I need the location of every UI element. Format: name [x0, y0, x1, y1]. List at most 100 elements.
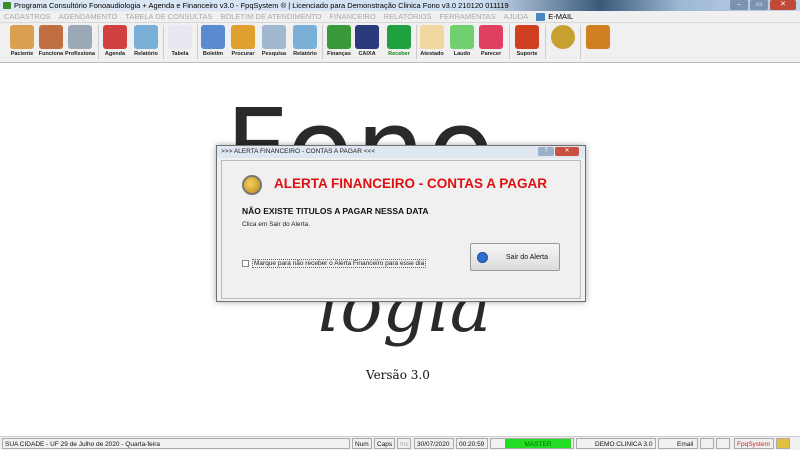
support-icon — [515, 25, 539, 49]
tray-icon — [776, 438, 790, 449]
cash-book-icon — [355, 25, 379, 49]
folder-icon — [231, 25, 255, 49]
alert-message: NÃO EXISTE TITULOS A PAGAR NESSA DATA — [242, 206, 429, 216]
menu-bar: CADASTROS AGENDAMENTO TABELA DE CONSULTAS B… — [0, 11, 800, 23]
status-email[interactable]: Email — [658, 438, 698, 449]
version-label: Versão 3.0 — [366, 368, 430, 382]
maximize-button[interactable]: ▭ — [750, 0, 768, 10]
status-brand: FpqSystem — [734, 438, 774, 449]
toolbar-button-receber[interactable]: Receber — [383, 25, 415, 57]
arrow-right-icon — [477, 251, 488, 263]
phone-icon[interactable] — [700, 438, 714, 449]
report-icon — [450, 25, 474, 49]
toolbar-button-procurar[interactable]: Procurar — [227, 25, 259, 57]
finance-chart-icon — [327, 25, 351, 49]
toolbar-label: Tabela — [171, 51, 189, 57]
toolbar-button-paciente[interactable]: Paciente — [6, 25, 38, 57]
checkbox-label[interactable]: Marque para não receber o Alerta Finance… — [252, 259, 427, 268]
toolbar-label: Procurar — [231, 51, 255, 57]
menu-item-cadastros[interactable]: CADASTROS — [4, 11, 51, 22]
menu-item-agendamento[interactable]: AGENDAMENTO — [59, 11, 118, 22]
printer-icon — [293, 25, 317, 49]
calculator-icon[interactable] — [716, 438, 730, 449]
status-time: 00:20:59 — [456, 438, 488, 449]
opinion-icon — [479, 25, 503, 49]
window-title: Programa Consultório Fonoaudiologia + Ag… — [14, 1, 509, 10]
app-icon — [3, 2, 11, 9]
menu-item-ferramentas[interactable]: FERRAMENTAS — [439, 11, 495, 22]
menu-item-tabela-de-consultas[interactable]: TABELA DE CONSULTAS — [125, 11, 212, 22]
coin-icon — [242, 175, 262, 195]
toolbar-label: Pesquisa — [261, 51, 287, 57]
menu-email-label: E-MAIL — [548, 11, 574, 21]
dialog-close-button[interactable]: ✕ — [555, 147, 579, 156]
help-button[interactable]: ? — [538, 147, 554, 156]
status-user: MASTER — [490, 438, 574, 449]
title-bar: Programa Consultório Fonoaudiologia + Ag… — [0, 0, 800, 11]
calendar-icon — [103, 25, 127, 49]
exit-door-icon — [586, 25, 610, 49]
menu-item-relat-rios[interactable]: RELATÓRIOS — [384, 11, 432, 22]
toolbar-button-relatorio[interactable]: Relatório — [130, 25, 162, 57]
toolbar-button-agenda[interactable]: Agenda — [99, 25, 131, 57]
money-icon — [387, 25, 411, 49]
toolbar-label: Boletim — [202, 51, 224, 57]
toolbar-separator — [580, 25, 581, 59]
toolbar-separator — [545, 25, 546, 59]
toolbar-button-relatorio[interactable]: Relatório — [289, 25, 321, 57]
patients-icon — [10, 25, 34, 49]
toolbar-label: Atestado — [420, 51, 444, 57]
toolbar: Paciente Funciona Profissiona Agenda Relatór… — [0, 23, 800, 63]
toolbar-label: Paciente — [10, 51, 34, 57]
toolbar-label: Profissiona — [65, 51, 95, 57]
status-num: Num — [352, 438, 372, 449]
toolbar-label: Relatório — [293, 51, 317, 57]
search-icon — [262, 25, 286, 49]
toolbar-label: CAIXA — [358, 51, 376, 57]
toolbar-label: Receber — [388, 51, 410, 57]
toolbar-button-tabela[interactable]: Tabela — [164, 25, 196, 57]
email-icon — [536, 12, 546, 21]
menu-item-financeiro[interactable]: FINANCEIRO — [329, 11, 375, 22]
user-label: MASTER — [505, 439, 571, 448]
status-ins: Ins — [397, 438, 411, 449]
toolbar-button-parecer[interactable]: Parecer — [475, 25, 507, 57]
toolbar-label: Relatório — [134, 51, 158, 57]
menu-item-email[interactable]: E-MAIL — [536, 11, 573, 22]
doctor-icon — [68, 25, 92, 49]
employees-icon — [39, 25, 63, 49]
toolbar-button-exit-door[interactable] — [582, 25, 614, 51]
toolbar-button-boletim[interactable]: Boletim — [197, 25, 229, 57]
financial-alert-dialog: >>> ALERTA FINANCEIRO - CONTAS A PAGAR <… — [216, 145, 586, 302]
status-clinic: DEMO CLINICA 3.0 — [576, 438, 656, 449]
certificate-icon — [420, 25, 444, 49]
menu-item-ajuda[interactable]: AJUDA — [504, 11, 529, 22]
menu-item-boletim-de-atendimento[interactable]: BOLETIM DE ATENDIMENTO — [220, 11, 321, 22]
alert-heading: ALERTA FINANCEIRO - CONTAS A PAGAR — [274, 176, 547, 191]
coin-icon — [551, 25, 575, 49]
toolbar-button-atestado[interactable]: Atestado — [416, 25, 448, 57]
dialog-title: >>> ALERTA FINANCEIRO - CONTAS A PAGAR <… — [221, 148, 376, 155]
minimize-button[interactable]: – — [730, 0, 748, 10]
exit-alert-button[interactable]: Sair do Alerta — [470, 243, 560, 271]
close-button[interactable]: ✕ — [770, 0, 796, 10]
status-bar: SUA CIDADE - UF 29 de Julho de 2020 - Qu… — [0, 436, 800, 450]
checkbox-box[interactable] — [242, 260, 249, 267]
toolbar-button-laudo[interactable]: Laudo — [446, 25, 478, 57]
toolbar-button-coin[interactable] — [547, 25, 579, 51]
toolbar-button-caixa[interactable]: CAIXA — [351, 25, 383, 57]
toolbar-button-suporte[interactable]: Suporte — [511, 25, 543, 57]
toolbar-button-funciona[interactable]: Funciona — [35, 25, 67, 57]
toolbar-button-profissiona[interactable]: Profissiona — [64, 25, 96, 57]
toolbar-label: Funciona — [38, 51, 64, 57]
alert-instruction: Clica em Sair do Alerta. — [242, 221, 310, 228]
toolbar-label: Laudo — [453, 51, 471, 57]
toolbar-button-pesquisa[interactable]: Pesquisa — [258, 25, 290, 57]
exit-alert-label: Sair do Alerta — [506, 253, 549, 261]
bulletin-icon — [201, 25, 225, 49]
status-location-date: SUA CIDADE - UF 29 de Julho de 2020 - Qu… — [2, 438, 350, 449]
status-caps: Caps — [374, 438, 395, 449]
dont-alert-checkbox[interactable]: Marque para não receber o Alerta Finance… — [242, 259, 427, 268]
printer-icon — [134, 25, 158, 49]
toolbar-label: Parecer — [480, 51, 502, 57]
